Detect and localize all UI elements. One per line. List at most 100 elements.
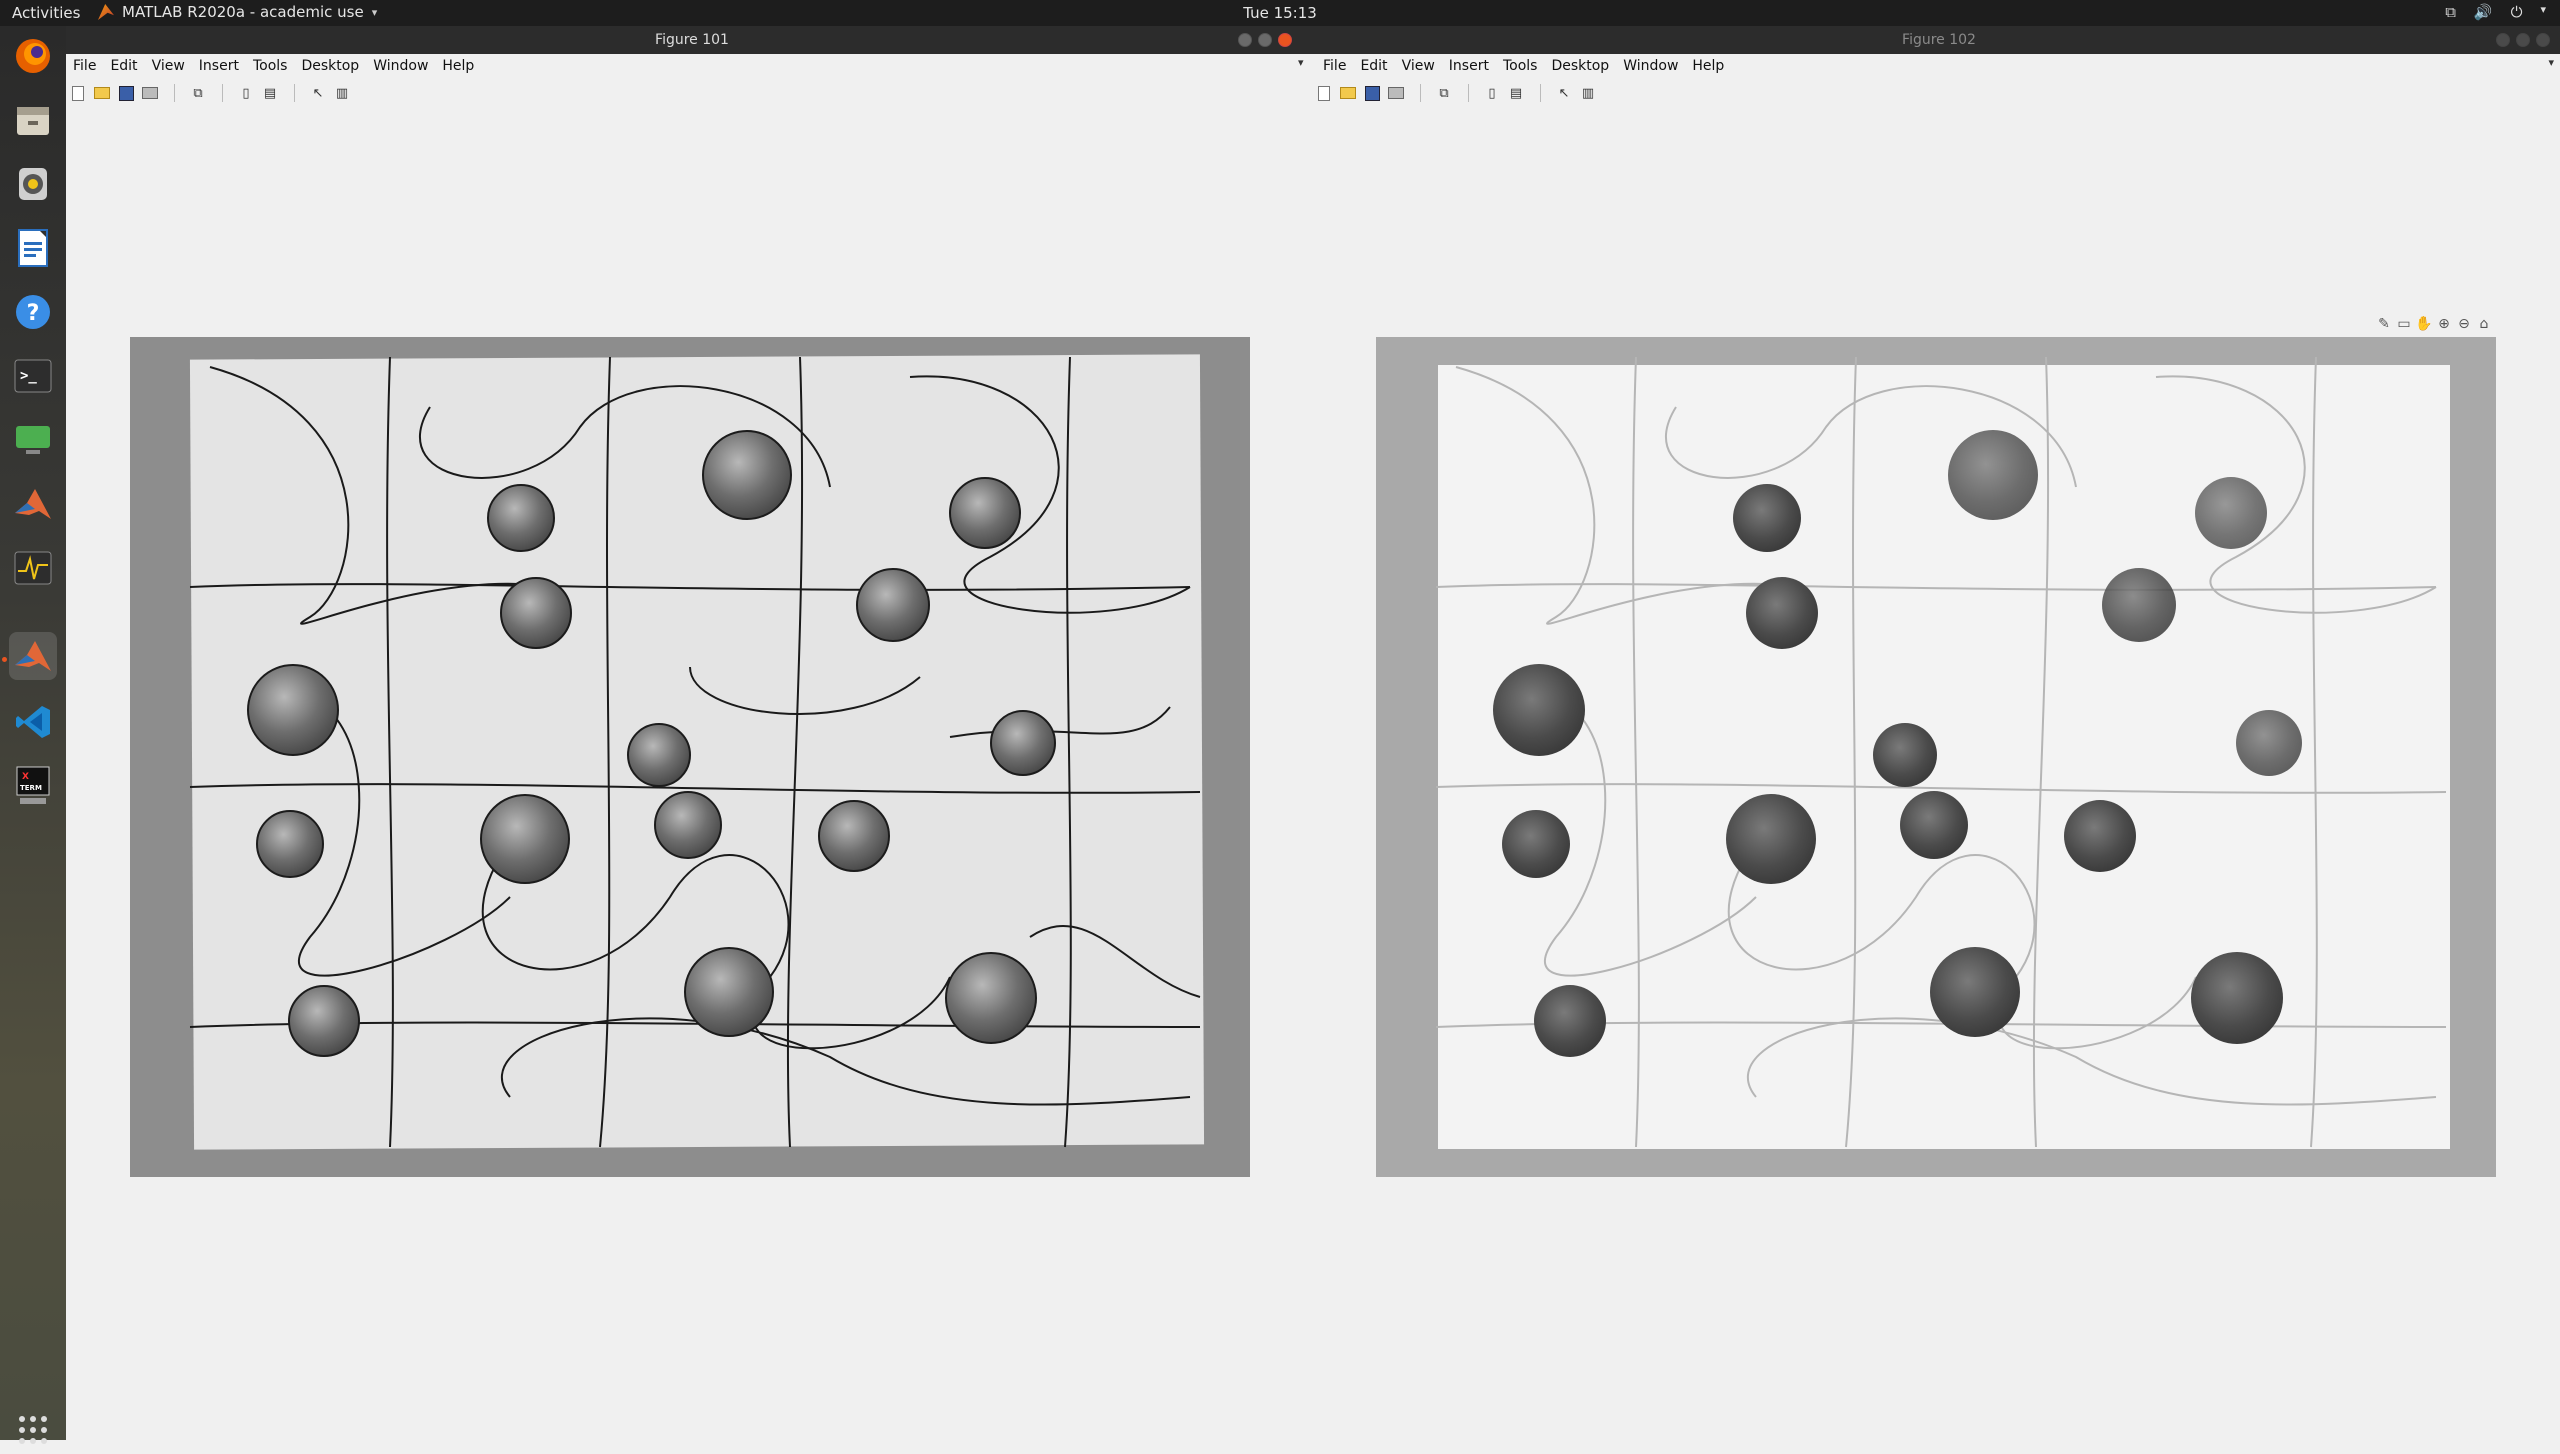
- home-icon[interactable]: ⌂: [2476, 316, 2492, 332]
- coin: [684, 947, 774, 1037]
- chevron-down-icon: ▾: [2540, 3, 2546, 16]
- activities-button[interactable]: Activities: [12, 4, 80, 22]
- matlab-icon[interactable]: [9, 480, 57, 528]
- running-indicator: [2, 657, 7, 662]
- system-monitor-icon[interactable]: [9, 544, 57, 592]
- files-icon[interactable]: [9, 96, 57, 144]
- app-title: MATLAB R2020a - academic use: [122, 3, 364, 21]
- show-apps-icon[interactable]: [9, 1406, 57, 1454]
- close-icon[interactable]: [2536, 33, 2550, 47]
- new-figure-icon[interactable]: [68, 83, 88, 103]
- dock: ? >_ X TERM: [0, 26, 66, 1444]
- menu-help[interactable]: Help: [1685, 58, 1731, 74]
- coin: [500, 577, 572, 649]
- link-plot-icon[interactable]: ⧉: [188, 83, 208, 103]
- coin: [1746, 577, 1818, 649]
- coin: [256, 810, 324, 878]
- save-icon[interactable]: [116, 83, 136, 103]
- menu-desktop[interactable]: Desktop: [294, 58, 366, 74]
- print-icon[interactable]: [1386, 83, 1406, 103]
- maximize-icon[interactable]: [1258, 33, 1272, 47]
- menu-file[interactable]: File: [1316, 58, 1353, 74]
- menu-edit[interactable]: Edit: [103, 58, 144, 74]
- rhythmbox-icon[interactable]: [9, 160, 57, 208]
- coin: [627, 723, 691, 787]
- minimize-icon[interactable]: [1238, 33, 1252, 47]
- insert-colorbar-icon[interactable]: ▯: [1482, 83, 1502, 103]
- power-icon: ⏻: [2510, 3, 2523, 21]
- remote-desktop-icon[interactable]: [9, 416, 57, 464]
- help-icon[interactable]: ?: [9, 288, 57, 336]
- chevron-down-icon[interactable]: ▾: [1298, 56, 1304, 69]
- writer-icon[interactable]: [9, 224, 57, 272]
- pan-icon[interactable]: ✋: [2415, 316, 2432, 332]
- minimize-icon[interactable]: [2496, 33, 2510, 47]
- coin: [702, 430, 792, 520]
- chevron-down-icon: ▾: [371, 5, 378, 19]
- coin: [945, 952, 1037, 1044]
- chevron-down-icon[interactable]: ▾: [2548, 56, 2554, 69]
- coin: [2102, 568, 2176, 642]
- figure101-window-buttons: [1238, 33, 1292, 47]
- brush-icon[interactable]: ✎: [2376, 316, 2392, 332]
- system-tray[interactable]: ⧉ 🔊 ⏻ ▾: [2445, 3, 2546, 21]
- figure102-menubar: File Edit View Insert Tools Desktop Wind…: [1316, 54, 1732, 78]
- menu-window[interactable]: Window: [1616, 58, 1685, 74]
- coin: [949, 477, 1021, 549]
- figure101-image[interactable]: [130, 337, 1250, 1177]
- vscode-icon[interactable]: [9, 698, 57, 746]
- property-inspector-icon[interactable]: ▥: [332, 83, 352, 103]
- svg-text:X: X: [22, 772, 29, 782]
- menu-insert[interactable]: Insert: [192, 58, 246, 74]
- pointer-icon[interactable]: ↖: [308, 83, 328, 103]
- menu-tools[interactable]: Tools: [1496, 58, 1545, 74]
- menu-file[interactable]: File: [66, 58, 103, 74]
- menu-insert[interactable]: Insert: [1442, 58, 1496, 74]
- menu-edit[interactable]: Edit: [1353, 58, 1394, 74]
- app-menu[interactable]: MATLAB R2020a - academic use ▾: [98, 3, 377, 21]
- insert-colorbar-icon[interactable]: ▯: [236, 83, 256, 103]
- link-plot-icon[interactable]: ⧉: [1434, 83, 1454, 103]
- open-file-icon[interactable]: [1338, 83, 1358, 103]
- menu-view[interactable]: View: [145, 58, 192, 74]
- coin: [288, 985, 360, 1057]
- volume-icon: 🔊: [2473, 3, 2493, 21]
- menu-view[interactable]: View: [1395, 58, 1442, 74]
- coin: [856, 568, 930, 642]
- menu-desktop[interactable]: Desktop: [1544, 58, 1616, 74]
- firefox-icon[interactable]: [9, 32, 57, 80]
- maximize-icon[interactable]: [2516, 33, 2530, 47]
- coin: [480, 794, 570, 884]
- menu-window[interactable]: Window: [366, 58, 435, 74]
- datatip-icon[interactable]: ▭: [2396, 316, 2412, 332]
- figure101-titlebar[interactable]: Figure 101: [66, 26, 1318, 54]
- coin: [2191, 952, 2283, 1044]
- insert-legend-icon[interactable]: ▤: [260, 83, 280, 103]
- insert-legend-icon[interactable]: ▤: [1506, 83, 1526, 103]
- close-icon[interactable]: [1278, 33, 1292, 47]
- figure102-titlebar[interactable]: Figure 102: [1318, 26, 2560, 54]
- save-icon[interactable]: [1362, 83, 1382, 103]
- xterm-icon[interactable]: X TERM: [9, 762, 57, 810]
- menu-help[interactable]: Help: [435, 58, 481, 74]
- coin: [990, 710, 1056, 776]
- open-file-icon[interactable]: [92, 83, 112, 103]
- coin: [2064, 800, 2136, 872]
- zoom-in-icon[interactable]: ⊕: [2436, 316, 2452, 332]
- coin: [818, 800, 890, 872]
- new-figure-icon[interactable]: [1314, 83, 1334, 103]
- svg-text:?: ?: [27, 301, 40, 326]
- clock[interactable]: Tue 15:13: [1243, 4, 1317, 22]
- terminal-icon[interactable]: >_: [9, 352, 57, 400]
- property-inspector-icon[interactable]: ▥: [1578, 83, 1598, 103]
- figure102-image[interactable]: [1376, 337, 2496, 1177]
- zoom-out-icon[interactable]: ⊖: [2456, 316, 2472, 332]
- figure102-toolbar: ⧉ ▯ ▤ ↖ ▥: [1314, 80, 1598, 106]
- menu-tools[interactable]: Tools: [246, 58, 295, 74]
- coin: [1733, 484, 1801, 552]
- figure101-menubar: File Edit View Insert Tools Desktop Wind…: [66, 54, 482, 78]
- print-icon[interactable]: [140, 83, 160, 103]
- coin: [247, 664, 339, 756]
- pointer-icon[interactable]: ↖: [1554, 83, 1574, 103]
- matlab-active-icon[interactable]: [9, 632, 57, 680]
